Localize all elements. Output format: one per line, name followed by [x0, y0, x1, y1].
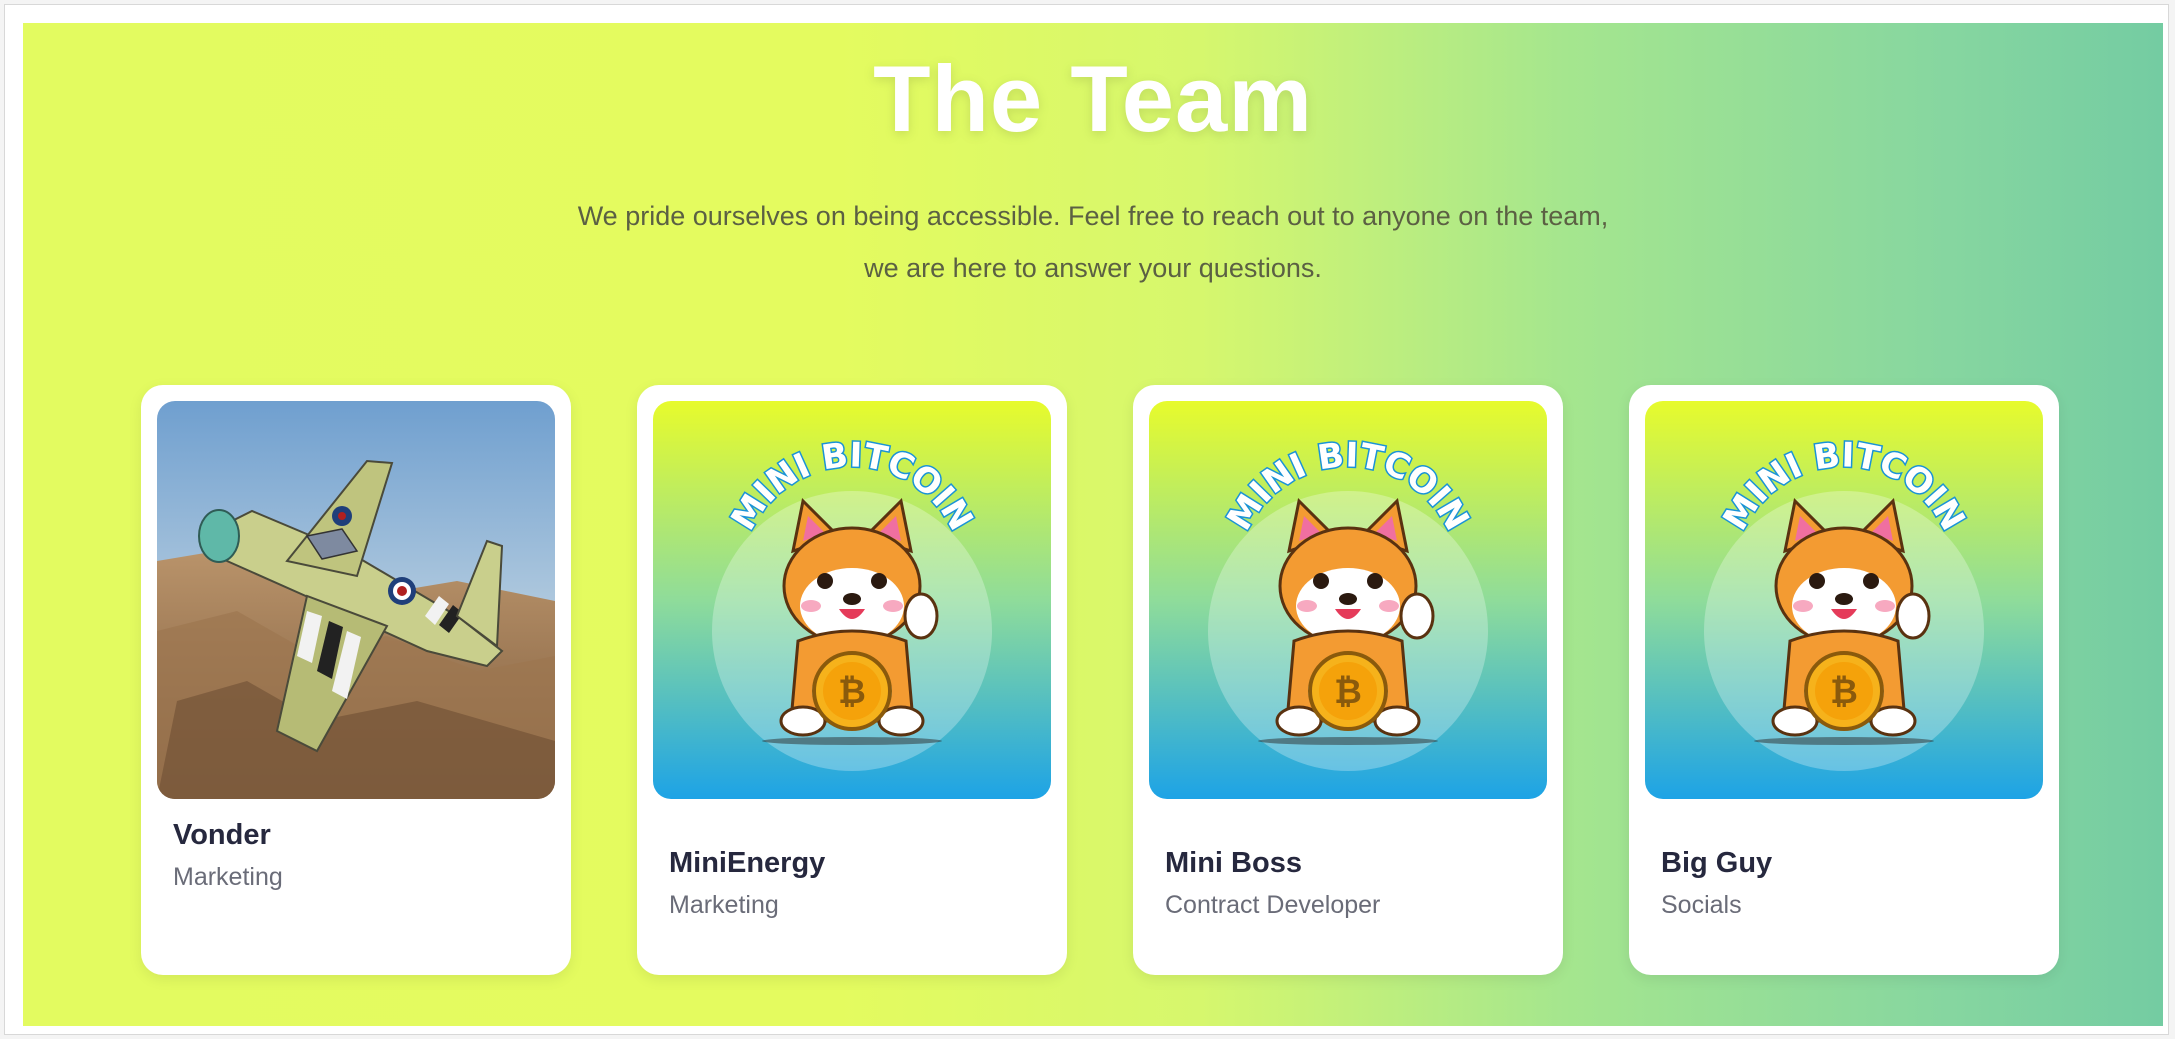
team-card-minienergy: MINI BITCOIN ₿ MiniEnergy Marketing — [637, 385, 1067, 975]
team-section: The Team We pride ourselves on being acc… — [23, 23, 2163, 1026]
section-title: The Team — [873, 46, 1313, 151]
mini-bitcoin-logo: MINI BITCOIN ₿ — [1149, 401, 1547, 799]
svg-text:₿: ₿ — [838, 672, 866, 712]
member-role: Marketing — [173, 863, 283, 891]
section-subtitle-line-2: we are here to answer your questions. — [864, 253, 1322, 283]
member-photo-mini-bitcoin: MINI BITCOIN ₿ — [653, 401, 1051, 799]
screenshot-frame: The Team We pride ourselves on being acc… — [4, 4, 2169, 1035]
member-role: Marketing — [669, 891, 779, 919]
svg-text:₿: ₿ — [1334, 672, 1362, 712]
mini-bitcoin-logo: MINI BITCOIN ₿ — [1645, 401, 2043, 799]
section-subtitle-line-1: We pride ourselves on being accessible. … — [577, 201, 1609, 231]
member-photo-mini-bitcoin: MINI BITCOIN ₿ — [1645, 401, 2043, 799]
mini-bitcoin-logo: MINI BITCOIN ₿ — [653, 401, 1051, 799]
svg-text:₿: ₿ — [1830, 672, 1858, 712]
member-name: MiniEnergy — [669, 847, 826, 879]
team-card-mini-boss: MINI BITCOIN ₿ Mini Boss Contract Develo… — [1133, 385, 1563, 975]
member-role: Socials — [1661, 891, 1742, 919]
fighter-plane-image — [157, 401, 555, 799]
member-photo-mini-bitcoin: MINI BITCOIN ₿ — [1149, 401, 1547, 799]
member-name: Vonder — [173, 819, 271, 851]
member-name: Mini Boss — [1165, 847, 1302, 879]
member-photo-fighter-plane — [157, 401, 555, 799]
member-name: Big Guy — [1661, 847, 1773, 879]
team-card-big-guy: MINI BITCOIN ₿ Big Guy Socials — [1629, 385, 2059, 975]
member-role: Contract Developer — [1165, 891, 1381, 919]
team-card-vonder: Vonder Marketing — [141, 385, 571, 975]
